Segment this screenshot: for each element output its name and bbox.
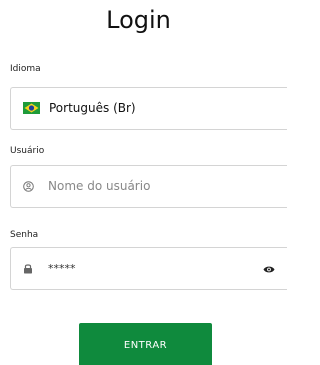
user-icon [23, 181, 34, 192]
username-field[interactable]: Nome do usuário [10, 165, 287, 208]
language-value: Português (Br) [49, 101, 136, 115]
password-field[interactable]: ***** [10, 247, 287, 290]
lock-icon [24, 264, 32, 274]
brazil-flag-icon [23, 102, 40, 114]
page-title: Login [106, 6, 171, 34]
eye-icon[interactable] [263, 265, 275, 274]
language-select[interactable]: Português (Br) [10, 87, 287, 130]
language-label: Idioma [10, 64, 41, 74]
login-page: Login Idioma Português (Br) Usuário Nome… [0, 0, 287, 365]
username-placeholder: Nome do usuário [48, 179, 151, 193]
password-label: Senha [10, 230, 39, 240]
username-label: Usuário [10, 146, 45, 156]
password-value: ***** [48, 262, 76, 275]
login-button[interactable]: ENTRAR [79, 323, 212, 365]
